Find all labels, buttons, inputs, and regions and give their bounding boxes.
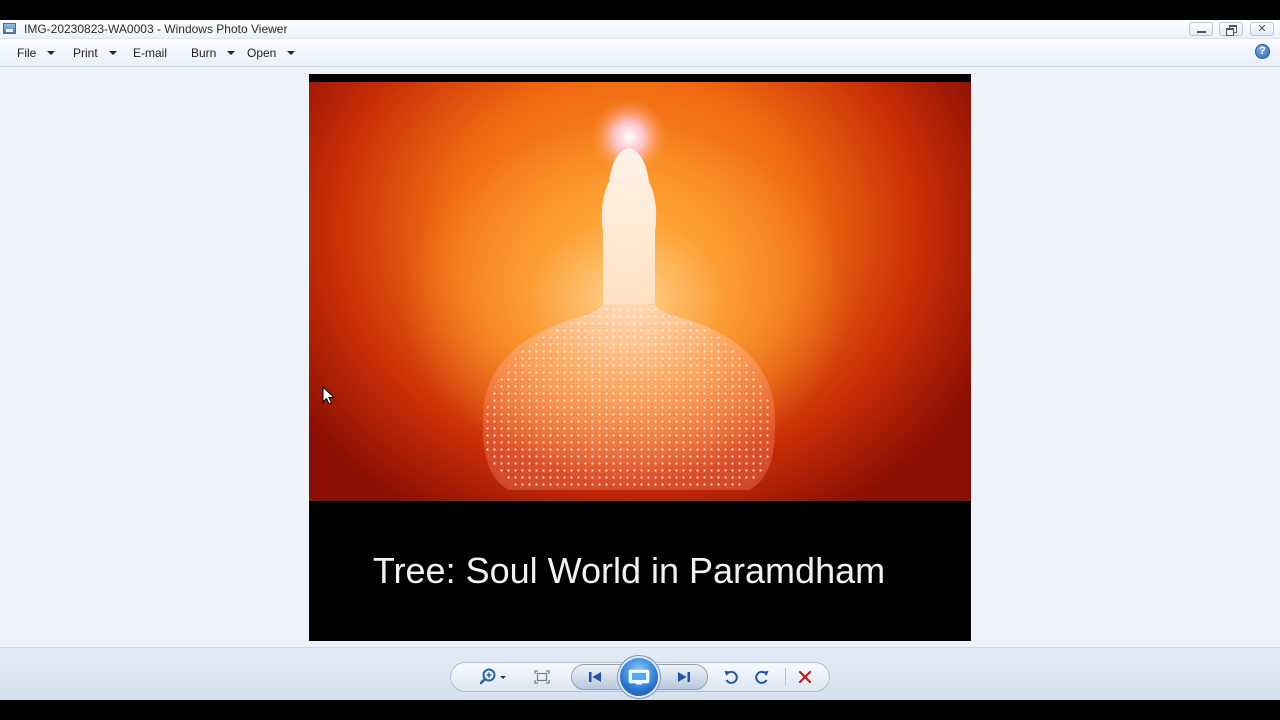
menu-burn[interactable]: Burn bbox=[191, 39, 236, 66]
previous-icon bbox=[589, 672, 601, 682]
delete-button[interactable] bbox=[795, 667, 815, 687]
next-icon bbox=[678, 672, 690, 682]
menu-email-label: E-mail bbox=[133, 45, 168, 60]
rotate-clockwise-icon bbox=[755, 670, 769, 684]
screen-bottom-border bbox=[0, 700, 1280, 720]
restore-icon bbox=[1226, 24, 1237, 36]
chevron-down-icon bbox=[47, 50, 56, 55]
rotate-clockwise-button[interactable] bbox=[752, 667, 772, 687]
chevron-down-icon bbox=[287, 50, 296, 55]
menu-open-label: Open bbox=[247, 45, 277, 60]
soul-world-illustration bbox=[482, 99, 776, 490]
previous-button[interactable] bbox=[585, 667, 605, 687]
minimize-icon bbox=[1196, 30, 1206, 33]
chevron-down-icon bbox=[227, 50, 236, 55]
close-window-button[interactable]: ✕ bbox=[1250, 22, 1274, 36]
close-icon: ✕ bbox=[1257, 22, 1267, 35]
actual-size-button[interactable] bbox=[532, 668, 552, 686]
zoom-icon bbox=[479, 668, 506, 685]
photo-viewer-icon[interactable] bbox=[3, 23, 16, 34]
delete-icon bbox=[798, 670, 812, 684]
help-icon[interactable]: ? bbox=[1255, 44, 1270, 59]
rotate-counterclockwise-icon bbox=[724, 670, 738, 684]
menu-open[interactable]: Open bbox=[247, 39, 296, 66]
photo-display[interactable]: Tree: Soul World in Paramdham bbox=[309, 74, 971, 641]
menu-bar: File Print E-mail Burn Open ? bbox=[0, 39, 1280, 67]
window-title: IMG-20230823-WA0003 - Windows Photo View… bbox=[24, 22, 288, 36]
menu-print-label: Print bbox=[73, 45, 98, 60]
minimize-button[interactable] bbox=[1189, 22, 1213, 36]
menu-burn-label: Burn bbox=[191, 45, 217, 60]
chevron-down-icon bbox=[108, 50, 117, 55]
slideshow-button[interactable] bbox=[620, 658, 658, 696]
menu-email[interactable]: E-mail bbox=[133, 39, 167, 66]
photo-image bbox=[309, 82, 971, 501]
toolbar-separator bbox=[785, 668, 786, 686]
zoom-button[interactable] bbox=[476, 668, 510, 686]
menu-file-label: File bbox=[17, 45, 37, 60]
bottom-toolbar bbox=[0, 647, 1280, 701]
menu-print[interactable]: Print bbox=[73, 39, 117, 66]
restore-button[interactable] bbox=[1219, 22, 1243, 36]
title-bar[interactable]: IMG-20230823-WA0003 - Windows Photo View… bbox=[0, 20, 1280, 39]
actual-size-icon bbox=[534, 670, 550, 684]
photo-viewer-window: IMG-20230823-WA0003 - Windows Photo View… bbox=[0, 20, 1280, 701]
mouse-cursor-icon bbox=[322, 386, 336, 405]
rotate-counterclockwise-button[interactable] bbox=[721, 667, 741, 687]
next-button[interactable] bbox=[674, 667, 694, 687]
photo-caption: Tree: Soul World in Paramdham bbox=[372, 550, 886, 591]
slideshow-icon bbox=[628, 669, 650, 685]
menu-file[interactable]: File bbox=[17, 39, 56, 66]
